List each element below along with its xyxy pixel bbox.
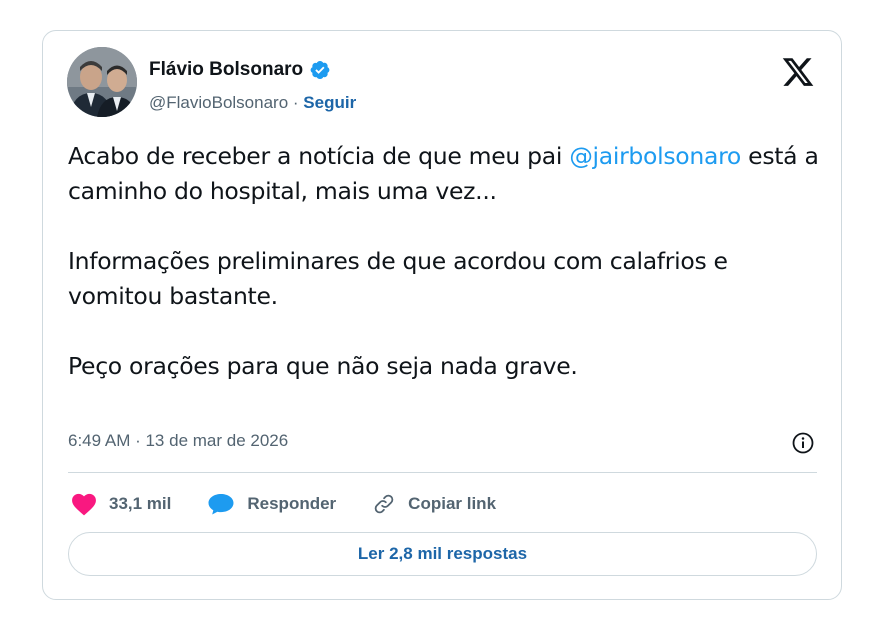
tweet-paragraph-2: Informações preliminares de que acordou …	[68, 247, 728, 310]
separator-dot: ·	[292, 93, 299, 112]
tweet-actions: 33,1 mil Responder Copiar link	[71, 490, 532, 518]
author-name-row: Flávio Bolsonaro	[149, 59, 331, 81]
tweet-paragraph-3: Peço orações para que não seja nada grav…	[68, 352, 578, 380]
author-handle[interactable]: @FlavioBolsonaro	[149, 93, 288, 112]
author-display-name[interactable]: Flávio Bolsonaro	[149, 59, 303, 81]
speech-bubble-icon	[207, 492, 235, 516]
reply-label: Responder	[247, 494, 337, 513]
author-handle-row: @FlavioBolsonaro · Seguir	[149, 93, 356, 113]
avatar[interactable]	[67, 47, 137, 117]
like-count: 33,1 mil	[109, 494, 172, 513]
tweet-timestamp[interactable]: 6:49 AM · 13 de mar de 2026	[68, 431, 288, 451]
tweet-text: Acabo de receber a notícia de que meu pa…	[68, 139, 823, 384]
verified-badge-icon	[309, 59, 331, 81]
heart-icon	[71, 492, 97, 516]
reply-button[interactable]: Responder	[207, 492, 336, 516]
copy-link-button[interactable]: Copiar link	[372, 492, 496, 516]
x-logo-icon[interactable]	[781, 55, 815, 89]
read-replies-button[interactable]: Ler 2,8 mil respostas	[68, 532, 817, 576]
follow-link[interactable]: Seguir	[303, 93, 356, 112]
mention-link[interactable]: @jairbolsonaro	[569, 142, 741, 170]
embedded-tweet-card: Flávio Bolsonaro @FlavioBolsonaro · Segu…	[42, 30, 842, 600]
tweet-text-part: Acabo de receber a notícia de que meu pa…	[68, 142, 563, 170]
divider	[68, 472, 817, 473]
like-button[interactable]: 33,1 mil	[71, 492, 171, 516]
link-icon	[372, 492, 396, 516]
tweet-paragraph-1: Acabo de receber a notícia de que meu pa…	[68, 139, 823, 209]
info-icon[interactable]	[791, 431, 815, 455]
copy-link-label: Copiar link	[408, 494, 497, 513]
